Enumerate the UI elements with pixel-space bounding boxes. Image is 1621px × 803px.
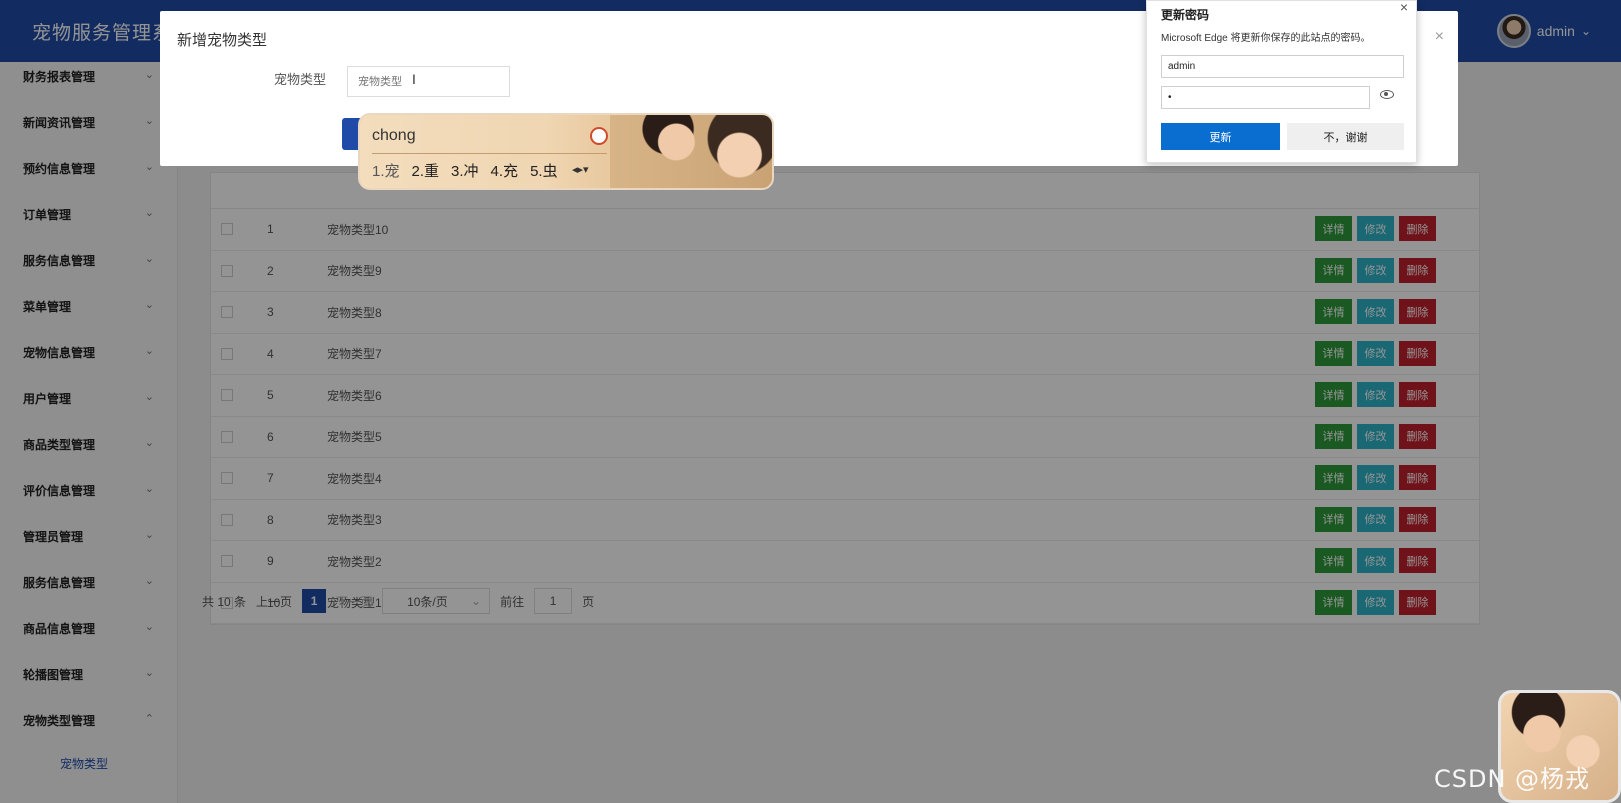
username-field[interactable]: admin xyxy=(1161,55,1404,78)
ime-candidate[interactable]: 2.重 xyxy=(412,160,440,181)
password-field[interactable]: • xyxy=(1161,86,1370,109)
ime-candidate-window: chong 1.宠 2.重 3.冲 4.充 5.虫 ◂▸▾ xyxy=(358,113,774,190)
no-thanks-button[interactable]: 不，谢谢 xyxy=(1287,123,1404,150)
ime-candidate[interactable]: 3.冲 xyxy=(451,160,479,181)
update-button[interactable]: 更新 xyxy=(1161,123,1280,150)
ime-candidate[interactable]: 5.虫 xyxy=(530,160,558,181)
watermark: CSDN @杨戎 xyxy=(1434,765,1591,793)
close-icon[interactable]: × xyxy=(1400,0,1408,15)
popup-title: 更新密码 xyxy=(1161,8,1210,22)
edge-password-popup: 更新密码 × Microsoft Edge 将更新你保存的此站点的密码。 adm… xyxy=(1146,0,1417,163)
popup-description: Microsoft Edge 将更新你保存的此站点的密码。 xyxy=(1161,33,1371,44)
ime-candidate[interactable]: 4.充 xyxy=(491,160,519,181)
close-icon[interactable]: × xyxy=(1435,28,1444,46)
ime-divider xyxy=(372,153,607,154)
eye-icon[interactable] xyxy=(1380,90,1394,99)
dialog-title: 新增宠物类型 xyxy=(177,32,268,49)
ime-logo-icon xyxy=(590,127,608,145)
ime-skin-photo xyxy=(610,115,772,188)
pet-type-input[interactable] xyxy=(347,66,510,97)
ime-page-nav-icon[interactable]: ◂▸▾ xyxy=(572,163,589,176)
pet-type-label: 宠物类型 xyxy=(274,72,327,87)
ime-candidate-list: 1.宠 2.重 3.冲 4.充 5.虫 xyxy=(372,160,558,181)
ime-candidate[interactable]: 1.宠 xyxy=(372,160,400,181)
text-cursor-icon: I xyxy=(412,71,416,87)
ime-composition: chong xyxy=(372,127,416,144)
